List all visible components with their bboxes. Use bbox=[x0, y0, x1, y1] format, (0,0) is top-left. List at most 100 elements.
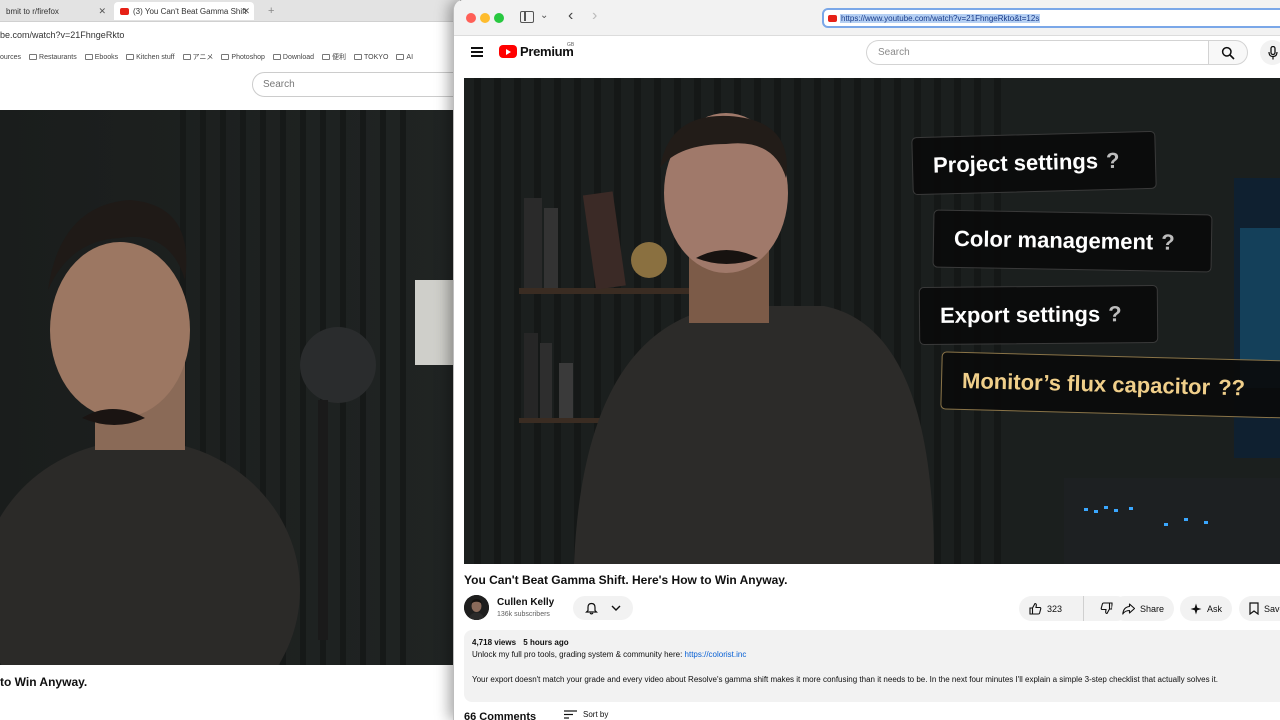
description-line: Unlock my full pro tools, grading system… bbox=[472, 650, 1280, 659]
overlay-export-settings: Export settings ? bbox=[918, 284, 1159, 346]
hamburger-menu-icon[interactable] bbox=[471, 47, 483, 57]
youtube-favicon-icon bbox=[828, 14, 837, 22]
overlay-mark: ? bbox=[1108, 301, 1122, 327]
microphone-icon bbox=[1267, 45, 1278, 59]
folder-icon bbox=[221, 54, 230, 60]
channel-avatar-image bbox=[464, 595, 489, 620]
description-text: Your export doesn't match your grade and… bbox=[472, 675, 1219, 684]
share-button[interactable]: Share bbox=[1112, 596, 1175, 621]
ask-label: Ask bbox=[1207, 603, 1223, 614]
overlay-mark: ?? bbox=[1217, 374, 1246, 401]
avatar[interactable] bbox=[464, 595, 489, 620]
bookmark-item[interactable]: アニメ bbox=[182, 52, 213, 62]
bookmark-item[interactable]: AI bbox=[396, 54, 413, 61]
bookmark-item[interactable]: Ebooks bbox=[84, 54, 118, 61]
search-input[interactable]: Search bbox=[866, 40, 1208, 65]
video-frame-image bbox=[0, 110, 460, 665]
back-tab-bar: bmit to r/firefox ✕ (3) You Can't Beat G… bbox=[0, 0, 460, 22]
description-box[interactable]: 4,718 views 5 hours ago Unlock my full p… bbox=[464, 630, 1280, 702]
sidebar-toggle-icon[interactable] bbox=[520, 11, 534, 23]
sort-label: Sort by bbox=[583, 710, 609, 719]
window-close-button[interactable] bbox=[466, 13, 476, 23]
bookmark-item[interactable]: 便利 bbox=[322, 52, 346, 62]
back-tab-firefox[interactable]: bmit to r/firefox ✕ bbox=[0, 2, 110, 20]
window-minimize-button[interactable] bbox=[480, 13, 490, 23]
overlay-text: Color management bbox=[953, 225, 1154, 255]
url-text: https://www.youtube.com/watch?v=21FhngeR… bbox=[840, 13, 1041, 23]
back-video-player[interactable] bbox=[0, 110, 460, 665]
thumbs-up-icon bbox=[1029, 602, 1042, 615]
new-tab-button[interactable]: + bbox=[262, 2, 276, 20]
bookmark-item[interactable]: Download bbox=[272, 54, 314, 61]
search-button[interactable] bbox=[1208, 40, 1248, 65]
youtube-favicon-icon bbox=[120, 7, 129, 15]
description-link[interactable]: https://colorist.inc bbox=[685, 650, 747, 659]
overlay-mark: ? bbox=[1105, 147, 1120, 174]
subscriber-count: 136k subscribers bbox=[497, 611, 550, 618]
chevron-right-icon[interactable]: › bbox=[592, 7, 597, 25]
bookmarks-bar: ources Restaurants Ebooks Kitchen stuff … bbox=[0, 48, 460, 66]
youtube-premium-logo[interactable]: Premium bbox=[499, 44, 574, 59]
upload-time: 5 hours ago bbox=[523, 638, 569, 647]
youtube-play-icon bbox=[499, 45, 517, 58]
back-tab-label: bmit to r/firefox bbox=[6, 6, 59, 16]
overlay-mark: ? bbox=[1161, 229, 1175, 255]
back-video-title: to Win Anyway. bbox=[0, 675, 88, 689]
close-icon[interactable]: ✕ bbox=[242, 6, 250, 17]
share-label: Share bbox=[1140, 603, 1165, 614]
save-button[interactable]: Save bbox=[1239, 596, 1280, 621]
overlay-text: Export settings bbox=[939, 301, 1101, 328]
bookmark-item[interactable]: Restaurants bbox=[29, 54, 77, 61]
overlay-text: Project settings bbox=[932, 148, 1099, 178]
search-icon bbox=[1221, 46, 1235, 60]
folder-icon bbox=[354, 54, 363, 60]
overlay-color-management: Color management ? bbox=[932, 209, 1213, 273]
video-metadata: 4,718 views 5 hours ago bbox=[472, 638, 1280, 647]
foreground-browser-window: ⌄ ‹ › https://www.youtube.com/watch?v=21… bbox=[453, 0, 1280, 720]
view-count: 4,718 views bbox=[472, 638, 517, 647]
back-tab-label: (3) You Can't Beat Gamma Shift bbox=[133, 6, 247, 16]
overlay-project-settings: Project settings ? bbox=[911, 130, 1157, 196]
background-browser-window: bmit to r/firefox ✕ (3) You Can't Beat G… bbox=[0, 0, 460, 720]
chevron-left-icon[interactable]: ‹ bbox=[568, 7, 573, 25]
bookmark-item[interactable]: Kitchen stuff bbox=[126, 54, 175, 61]
sort-icon bbox=[564, 710, 577, 719]
back-address-bar[interactable]: be.com/watch?v=21FhngeRkto bbox=[0, 24, 460, 46]
chevron-down-icon bbox=[611, 605, 621, 611]
video-title: You Can't Beat Gamma Shift. Here's How t… bbox=[464, 573, 788, 587]
overlay-text: Monitor’s flux capacitor bbox=[961, 367, 1211, 400]
bookmark-icon bbox=[1249, 602, 1259, 615]
notification-bell-button[interactable] bbox=[573, 596, 633, 620]
description-text: Unlock my full pro tools, grading system… bbox=[472, 650, 685, 659]
back-tab-youtube[interactable]: (3) You Can't Beat Gamma Shift ✕ bbox=[114, 2, 254, 20]
folder-icon bbox=[84, 54, 93, 60]
ask-button[interactable]: Ask bbox=[1180, 596, 1233, 621]
logo-region-code: GB bbox=[567, 42, 575, 48]
back-search-input[interactable]: Search bbox=[252, 72, 460, 97]
comments-count: 66 Comments bbox=[464, 711, 537, 720]
video-player[interactable]: Project settings ? Color management ? Ex… bbox=[464, 78, 1280, 564]
folder-icon bbox=[126, 54, 135, 60]
folder-icon bbox=[396, 54, 405, 60]
logo-text: Premium bbox=[520, 44, 574, 59]
sort-comments-button[interactable]: Sort by bbox=[564, 710, 608, 719]
bookmark-item[interactable]: ources bbox=[0, 54, 21, 61]
folder-icon bbox=[182, 54, 191, 60]
bookmark-item[interactable]: Photoshop bbox=[221, 54, 265, 61]
back-url-text: be.com/watch?v=21FhngeRkto bbox=[0, 30, 125, 40]
folder-icon bbox=[322, 54, 331, 60]
voice-search-button[interactable] bbox=[1260, 40, 1280, 65]
bookmark-item[interactable]: TOKYO bbox=[354, 54, 388, 61]
like-button[interactable]: 323 bbox=[1019, 596, 1084, 621]
close-icon[interactable]: ✕ bbox=[98, 6, 106, 17]
window-maximize-button[interactable] bbox=[494, 13, 504, 23]
chevron-down-icon[interactable]: ⌄ bbox=[540, 10, 548, 21]
sparkle-icon bbox=[1190, 603, 1202, 614]
browser-toolbar: ⌄ ‹ › https://www.youtube.com/watch?v=21… bbox=[454, 0, 1280, 36]
overlay-flux-capacitor: Monitor’s flux capacitor ?? bbox=[940, 351, 1280, 419]
share-icon bbox=[1122, 602, 1135, 615]
channel-name[interactable]: Cullen Kelly bbox=[497, 597, 554, 608]
folder-icon bbox=[29, 54, 38, 60]
save-label: Save bbox=[1264, 603, 1280, 614]
address-bar[interactable]: https://www.youtube.com/watch?v=21FhngeR… bbox=[822, 8, 1280, 28]
